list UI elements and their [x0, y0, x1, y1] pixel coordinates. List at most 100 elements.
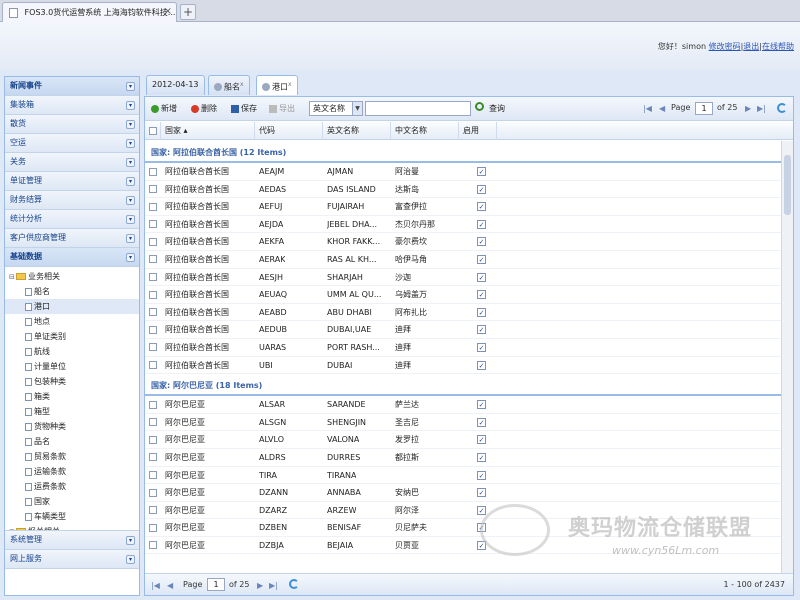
accordion-header[interactable]: 空运 ▾: [5, 134, 139, 153]
cell-enabled[interactable]: ✓: [477, 357, 486, 374]
browser-tab[interactable]: FOS3.0货代运营系统 上海海钧软件科技... ×: [2, 2, 177, 22]
last-page-icon[interactable]: ▶|: [269, 581, 278, 590]
table-row[interactable]: 阿尔巴尼亚 ALSAR SARANDE 萨兰达 ✓: [145, 396, 781, 414]
cell-enabled[interactable]: ✓: [477, 537, 486, 554]
chevron-down-icon[interactable]: ▾: [126, 82, 135, 91]
row-select-checkbox[interactable]: [149, 431, 157, 448]
cell-enabled[interactable]: ✓: [477, 286, 486, 303]
cell-enabled[interactable]: ✓: [477, 216, 486, 233]
row-select-checkbox[interactable]: [149, 414, 157, 431]
last-page-icon[interactable]: ▶|: [757, 104, 766, 113]
tree-node[interactable]: 单证类别: [5, 329, 139, 344]
row-select-checkbox[interactable]: [149, 449, 157, 466]
column-header-code[interactable]: 代码: [255, 122, 323, 140]
table-row[interactable]: 阿拉伯联合酋长国 AEJDA JEBEL DHA... 杰贝尔丹那 ✓: [145, 216, 781, 234]
refresh-icon[interactable]: [289, 579, 299, 589]
tree-node[interactable]: 港口: [5, 299, 139, 314]
search-field-select[interactable]: 英文名称 ▼: [309, 101, 363, 116]
cell-enabled[interactable]: ✓: [477, 339, 486, 356]
accordion-header[interactable]: 网上服务 ▾: [5, 550, 139, 569]
row-select-checkbox[interactable]: [149, 357, 157, 374]
tab-home[interactable]: 2012-04-13: [146, 75, 205, 95]
row-select-checkbox[interactable]: [149, 467, 157, 484]
close-icon[interactable]: ×: [164, 6, 172, 17]
next-page-icon[interactable]: ▶: [257, 581, 263, 590]
first-page-icon[interactable]: |◀: [643, 104, 652, 113]
cell-enabled[interactable]: ✓: [477, 396, 486, 413]
accordion-header[interactable]: 关务 ▾: [5, 153, 139, 172]
row-select-checkbox[interactable]: [149, 502, 157, 519]
chevron-down-icon[interactable]: ▾: [126, 196, 135, 205]
search-icon[interactable]: [475, 102, 484, 111]
chevron-down-icon[interactable]: ▼: [352, 102, 362, 115]
chevron-down-icon[interactable]: ▾: [126, 120, 135, 129]
tree-node[interactable]: 国家: [5, 494, 139, 509]
cell-enabled[interactable]: ✓: [477, 304, 486, 321]
row-select-checkbox[interactable]: [149, 233, 157, 250]
table-row[interactable]: 阿拉伯联合酋长国 UARAS PORT RASH... 迪拜 ✓: [145, 339, 781, 357]
column-header-chinese-name[interactable]: 中文名称: [391, 122, 459, 140]
cell-enabled[interactable]: ✓: [477, 449, 486, 466]
row-select-checkbox[interactable]: [149, 251, 157, 268]
close-icon[interactable]: x: [288, 81, 292, 88]
tree-node[interactable]: 品名: [5, 434, 139, 449]
logout-link[interactable]: 退出: [743, 42, 759, 51]
row-select-checkbox[interactable]: [149, 519, 157, 536]
table-row[interactable]: 阿尔巴尼亚 ALVLO VALONA 发罗拉 ✓: [145, 431, 781, 449]
cell-enabled[interactable]: ✓: [477, 181, 486, 198]
accordion-header[interactable]: 基础数据 ▾: [5, 248, 139, 267]
cell-enabled[interactable]: ✓: [477, 414, 486, 431]
add-button[interactable]: 新增: [151, 103, 177, 114]
tree-node[interactable]: 车辆类型: [5, 509, 139, 524]
accordion-header[interactable]: 单证管理 ▾: [5, 172, 139, 191]
row-select-checkbox[interactable]: [149, 537, 157, 554]
tree-node[interactable]: 箱类: [5, 389, 139, 404]
column-header-english-name[interactable]: 英文名称: [323, 122, 391, 140]
vertical-scrollbar[interactable]: [781, 141, 793, 573]
new-tab-button[interactable]: +: [180, 4, 196, 20]
table-row[interactable]: 阿拉伯联合酋长国 AEKFA KHOR FAKK... 豪尔费坎 ✓: [145, 233, 781, 251]
accordion-header[interactable]: 系统管理 ▾: [5, 531, 139, 550]
page-number-input[interactable]: 1: [207, 578, 225, 591]
scroll-thumb[interactable]: [784, 155, 791, 215]
page-number-input[interactable]: 1: [695, 102, 713, 115]
cell-enabled[interactable]: ✓: [477, 163, 486, 180]
row-select-checkbox[interactable]: [149, 181, 157, 198]
table-row[interactable]: 阿拉伯联合酋长国 AERAK RAS AL KH... 哈伊马角 ✓: [145, 251, 781, 269]
cell-enabled[interactable]: ✓: [477, 198, 486, 215]
chevron-down-icon[interactable]: ▾: [126, 253, 135, 262]
first-page-icon[interactable]: |◀: [151, 581, 160, 590]
row-select-checkbox[interactable]: [149, 216, 157, 233]
tree-node[interactable]: 运费条款: [5, 479, 139, 494]
accordion-header[interactable]: 财务结算 ▾: [5, 191, 139, 210]
export-button[interactable]: 导出: [269, 103, 295, 114]
chevron-down-icon[interactable]: ▾: [126, 158, 135, 167]
table-row[interactable]: 阿拉伯联合酋长国 AEFUJ FUJAIRAH 富查伊拉 ✓: [145, 198, 781, 216]
table-row[interactable]: 阿尔巴尼亚 ALDRS DURRES 都拉斯 ✓: [145, 449, 781, 467]
group-header[interactable]: 国家: 阿拉伯联合酋长国 (12 Items): [145, 143, 781, 163]
online-help-link[interactable]: 在线帮助: [762, 42, 794, 51]
query-button[interactable]: 查询: [489, 103, 505, 114]
accordion-header[interactable]: 统计分析 ▾: [5, 210, 139, 229]
row-select-checkbox[interactable]: [149, 198, 157, 215]
cell-enabled[interactable]: ✓: [477, 251, 486, 268]
table-row[interactable]: 阿拉伯联合酋长国 AEDUB DUBAI,UAE 迪拜 ✓: [145, 321, 781, 339]
cell-enabled[interactable]: ✓: [477, 233, 486, 250]
accordion-header[interactable]: 集装箱 ▾: [5, 96, 139, 115]
tree-node[interactable]: ⊞报关相关: [5, 524, 139, 530]
chevron-down-icon[interactable]: ▾: [126, 555, 135, 564]
table-row[interactable]: 阿拉伯联合酋长国 AEUAQ UMM AL QU... 乌姆盖万 ✓: [145, 286, 781, 304]
table-row[interactable]: 阿尔巴尼亚 DZBEN BENISAF 贝尼萨夫 ✓: [145, 519, 781, 537]
search-input[interactable]: [365, 101, 471, 116]
collapse-icon[interactable]: ⊟: [9, 270, 16, 285]
tree-node[interactable]: 船名: [5, 284, 139, 299]
table-row[interactable]: 阿拉伯联合酋长国 AEDAS DAS ISLAND 达斯岛 ✓: [145, 181, 781, 199]
change-password-link[interactable]: 修改密码: [709, 42, 741, 51]
save-button[interactable]: 保存: [231, 103, 257, 114]
tree-node[interactable]: 计量单位: [5, 359, 139, 374]
row-select-checkbox[interactable]: [149, 321, 157, 338]
refresh-icon[interactable]: [777, 103, 787, 113]
close-icon[interactable]: x: [240, 81, 244, 88]
tree-node[interactable]: 包装种类: [5, 374, 139, 389]
prev-page-icon[interactable]: ◀: [659, 104, 665, 113]
